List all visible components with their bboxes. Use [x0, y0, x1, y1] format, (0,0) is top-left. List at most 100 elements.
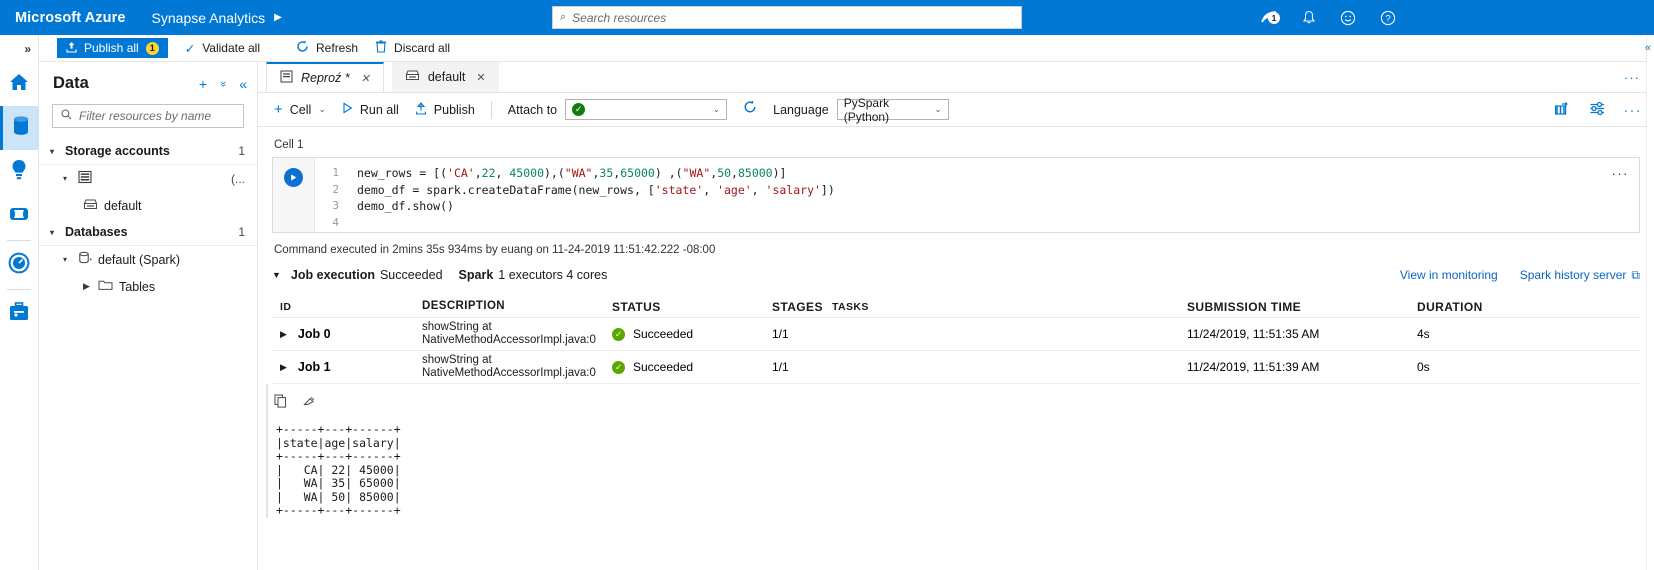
attach-to-select[interactable]: ✓ ⌄	[565, 99, 727, 120]
chevron-down-icon: ▾	[50, 147, 59, 156]
tree-item-storage-account[interactable]: ▾ (...	[39, 165, 257, 192]
rail-divider	[7, 240, 31, 241]
external-link-icon: ⧉	[1631, 268, 1640, 283]
code-editor[interactable]: 1 new_rows = [('CA',22, 45000),("WA",35,…	[315, 158, 1639, 232]
filter-resources-input[interactable]: Filter resources by name	[52, 104, 244, 128]
cell-gutter	[273, 158, 315, 232]
session-refresh-icon[interactable]	[743, 100, 757, 119]
language-select[interactable]: PySpark (Python) ⌄	[837, 99, 949, 120]
spark-detail: 1 executors 4 cores	[498, 268, 607, 282]
tab-label: default	[428, 70, 466, 84]
spark-history-server-link[interactable]: Spark history server⧉	[1520, 268, 1640, 283]
expand-row-icon[interactable]: ▶	[280, 329, 287, 340]
discard-all-button[interactable]: Discard all	[375, 40, 450, 56]
output-text: +-----+---+------+ |state|age|salary| +-…	[258, 411, 1654, 518]
right-panel-edge	[1646, 35, 1654, 570]
trash-icon	[375, 40, 387, 56]
column-header-status: STATUS	[612, 300, 772, 314]
copy-output-icon[interactable]	[274, 394, 287, 411]
rail-item-develop[interactable]	[0, 150, 39, 194]
cloud-shell-icon[interactable]: 1	[1261, 11, 1278, 24]
search-icon: ⌕	[560, 11, 566, 24]
svg-text:*: *	[89, 258, 92, 265]
publish-button[interactable]: Publish	[415, 102, 475, 118]
data-panel: Data + » « Filter resources by name ▾ St…	[39, 62, 258, 570]
run-cell-icon[interactable]	[284, 168, 303, 187]
expand-row-icon[interactable]: ▶	[280, 362, 287, 373]
job-stages-cell: 1/1	[772, 327, 832, 341]
service-breadcrumb[interactable]: Synapse Analytics ▶	[152, 10, 282, 26]
job-execution-header: ▼ Job execution Succeeded Spark 1 execut…	[258, 256, 1654, 282]
table-row[interactable]: ▶ Job 1 showString at NativeMethodAccess…	[272, 351, 1640, 384]
validate-all-button[interactable]: ✓ Validate all	[185, 41, 260, 56]
notifications-icon[interactable]	[1302, 10, 1316, 25]
help-icon[interactable]: ?	[1380, 10, 1396, 26]
collapse-icon[interactable]: ▼	[272, 270, 281, 280]
home-icon	[8, 72, 30, 97]
run-all-button[interactable]: Run all	[342, 102, 399, 117]
cell-output: +-----+---+------+ |state|age|salary| +-…	[258, 384, 1654, 518]
azure-top-bar: Microsoft Azure Synapse Analytics ▶ ⌕ Se…	[0, 0, 1654, 35]
rail-item-data[interactable]	[0, 106, 39, 150]
azure-brand[interactable]: Microsoft Azure	[0, 10, 126, 26]
tree-item-databases[interactable]: ▾ Databases 1	[39, 219, 257, 246]
line-number: 4	[315, 215, 357, 232]
add-resource-icon[interactable]: +	[199, 76, 207, 92]
lightbulb-icon	[10, 159, 28, 186]
clear-output-icon[interactable]	[303, 394, 317, 411]
table-row[interactable]: ▶ Job 0 showString at NativeMethodAccess…	[272, 318, 1640, 351]
tree-item-tables[interactable]: ▶ Tables	[39, 273, 257, 300]
job-stages-cell: 1/1	[772, 360, 832, 374]
editor-tab-bar: Reproź * ✕ default ✕ ···	[258, 62, 1654, 93]
more-actions-icon[interactable]: »	[217, 80, 229, 86]
job-status-cell: ✓ Succeeded	[612, 360, 772, 374]
monitor-gauge-icon	[8, 252, 30, 279]
language-value: PySpark (Python)	[844, 96, 934, 124]
tree-item-default-container[interactable]: default	[39, 192, 257, 219]
feedback-smiley-icon[interactable]	[1340, 10, 1356, 26]
filter-placeholder: Filter resources by name	[79, 109, 211, 123]
container-icon	[405, 69, 420, 85]
notebook-area: Reproź * ✕ default ✕ ··· + Cell ⌄	[258, 62, 1654, 570]
plus-icon: +	[274, 101, 283, 118]
close-icon[interactable]: ✕	[361, 72, 370, 85]
more-options-icon[interactable]: ···	[1624, 102, 1643, 118]
check-icon: ✓	[185, 41, 195, 56]
rail-item-manage[interactable]	[0, 292, 39, 336]
pipeline-icon	[7, 206, 31, 227]
rail-item-orchestrate[interactable]	[0, 194, 39, 238]
rail-item-monitor[interactable]	[0, 243, 39, 287]
notebook-toolbar: + Cell ⌄ Run all Publish Attach to ✓ ⌄	[258, 93, 1654, 127]
tab-default[interactable]: default ✕	[392, 62, 499, 92]
cell-more-options-icon[interactable]: ···	[1612, 166, 1630, 181]
add-cell-button[interactable]: + Cell ⌄	[274, 101, 326, 118]
code-line: 4	[315, 215, 1639, 232]
settings-sliders-icon[interactable]	[1589, 101, 1606, 119]
publish-count-badge: 1	[146, 42, 159, 55]
tabs-overflow-icon[interactable]: ···	[1624, 70, 1640, 85]
job-submission-time-cell: 11/24/2019, 11:51:35 AM	[1187, 327, 1417, 341]
collapse-panel-icon[interactable]: «	[239, 76, 247, 92]
rail-expand-button[interactable]: »	[0, 35, 38, 62]
tree-item-default-spark[interactable]: ▾ * default (Spark)	[39, 246, 257, 273]
line-number: 2	[315, 182, 357, 199]
data-panel-header: Data + » «	[39, 62, 257, 99]
language-label: Language	[773, 103, 829, 117]
job-id-cell: ▶ Job 0	[272, 327, 422, 341]
refresh-button[interactable]: Refresh	[296, 40, 358, 56]
publish-all-button[interactable]: Publish all 1	[57, 38, 168, 58]
rail-item-home[interactable]	[0, 62, 39, 106]
variables-icon[interactable]	[1554, 101, 1571, 119]
line-number: 1	[315, 165, 357, 182]
service-name: Synapse Analytics	[152, 10, 266, 26]
run-all-label: Run all	[360, 103, 399, 117]
validate-all-label: Validate all	[202, 41, 260, 55]
tree-item-storage-accounts[interactable]: ▾ Storage accounts 1	[39, 138, 257, 165]
view-in-monitoring-link[interactable]: View in monitoring	[1400, 268, 1498, 283]
search-resources-input[interactable]: ⌕ Search resources	[552, 6, 1022, 29]
close-icon[interactable]: ✕	[476, 71, 485, 84]
tab-reproz[interactable]: Reproź * ✕	[266, 62, 384, 92]
expand-right-panel-icon[interactable]: «	[1645, 42, 1651, 54]
tree-label: Databases	[65, 225, 128, 239]
line-number: 3	[315, 198, 357, 215]
